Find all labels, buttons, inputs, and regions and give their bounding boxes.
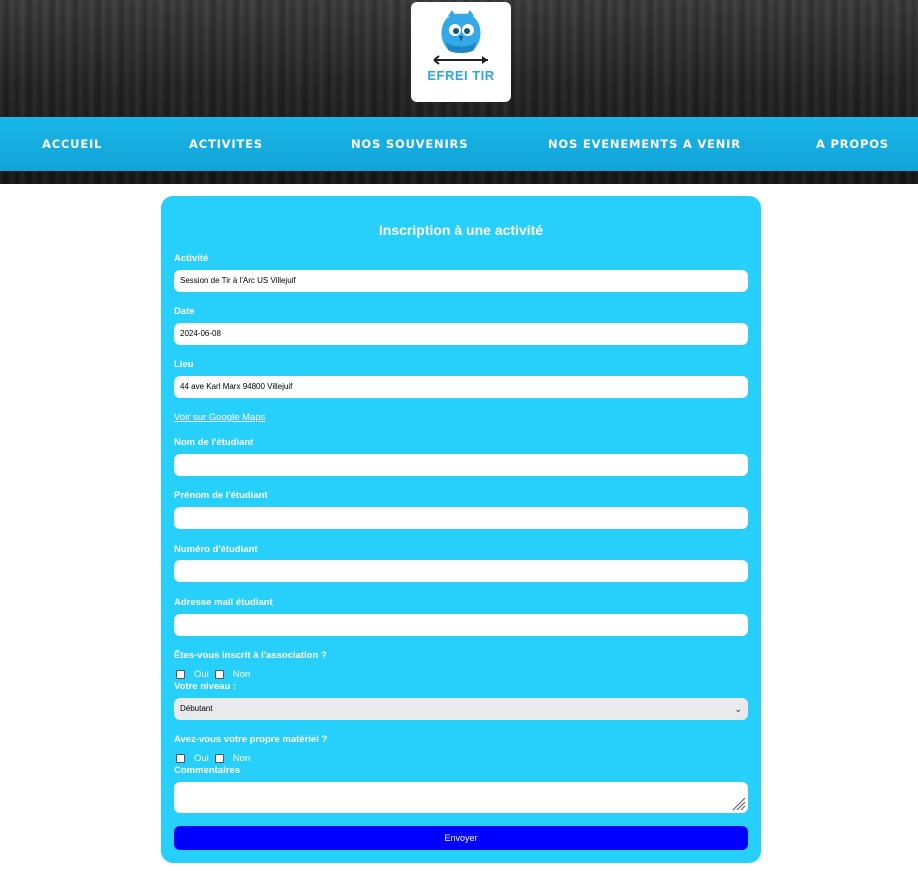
nav-item-a-propos[interactable]: A PROPOS	[816, 117, 889, 171]
level-select[interactable]: Débutant ⌄	[174, 698, 748, 720]
member-options: Oui Non	[176, 669, 256, 680]
equipment-question-label: Avez-vous votre propre matériel ?	[174, 734, 328, 745]
site-logo[interactable]: EFREI TIR	[411, 2, 511, 102]
nav-item-accueil[interactable]: ACCUEIL	[42, 117, 102, 171]
form-title: Inscription à une activité	[378, 222, 544, 238]
first-name-field[interactable]	[174, 507, 748, 529]
comments-label: Commentaires	[174, 765, 240, 776]
nav-item-activites[interactable]: ACTIVITES	[189, 117, 263, 171]
member-question-label: Êtes-vous inscrit à l'association ?	[174, 650, 327, 661]
member-no-checkbox[interactable]	[214, 670, 224, 679]
member-yes-label: Oui	[194, 669, 209, 680]
google-maps-link[interactable]: Voir sur Google Maps	[174, 412, 265, 423]
activity-label: Activité	[174, 253, 209, 264]
date-field[interactable]: 2024-06-08	[174, 323, 748, 345]
last-name-label: Nom de l'étudiant	[174, 437, 254, 448]
place-label: Lieu	[174, 359, 194, 370]
equipment-yes-checkbox[interactable]	[176, 754, 185, 763]
email-label: Adresse mail étudiant	[174, 597, 273, 608]
equipment-no-checkbox[interactable]	[214, 754, 224, 763]
student-number-field[interactable]	[174, 560, 748, 582]
activity-field[interactable]: Session de Tir à l'Arc US Villejuif	[174, 270, 748, 292]
main-nav: ACCUEIL ACTIVITES NOS SOUVENIRS NOS EVEN…	[0, 117, 918, 171]
email-field[interactable]	[174, 614, 748, 636]
member-yes-checkbox[interactable]	[176, 670, 185, 679]
logo-text: EFREI TIR	[427, 68, 495, 83]
student-number-label: Numéro d'étudiant	[174, 544, 258, 555]
resize-grip-icon[interactable]	[730, 795, 746, 811]
header-banner: EFREI TIR ACCUEIL ACTIVITES NOS SOUVENIR…	[0, 0, 918, 184]
chevron-down-icon: ⌄	[734, 704, 742, 714]
equipment-options: Oui Non	[176, 753, 256, 764]
place-field[interactable]: 44 ave Karl Marx 94800 Villejuif	[174, 376, 748, 398]
nav-item-souvenirs[interactable]: NOS SOUVENIRS	[351, 117, 468, 171]
submit-button[interactable]: Envoyer	[174, 826, 748, 850]
equipment-no-label: Non	[232, 753, 251, 764]
level-label: Votre niveau :	[174, 681, 237, 692]
first-name-label: Prénom de l'étudiant	[174, 490, 268, 501]
date-label: Date	[174, 306, 195, 317]
nav-item-evenements[interactable]: NOS EVENEMENTS A VENIR	[548, 117, 741, 171]
equipment-yes-label: Oui	[194, 753, 209, 764]
last-name-field[interactable]	[174, 454, 748, 476]
level-selected-value: Débutant	[180, 704, 213, 713]
member-no-label: Non	[232, 669, 251, 680]
owl-mascot-icon	[433, 10, 488, 65]
comments-textarea[interactable]	[174, 782, 748, 813]
registration-form: Inscription à une activité Activité Sess…	[161, 196, 761, 863]
